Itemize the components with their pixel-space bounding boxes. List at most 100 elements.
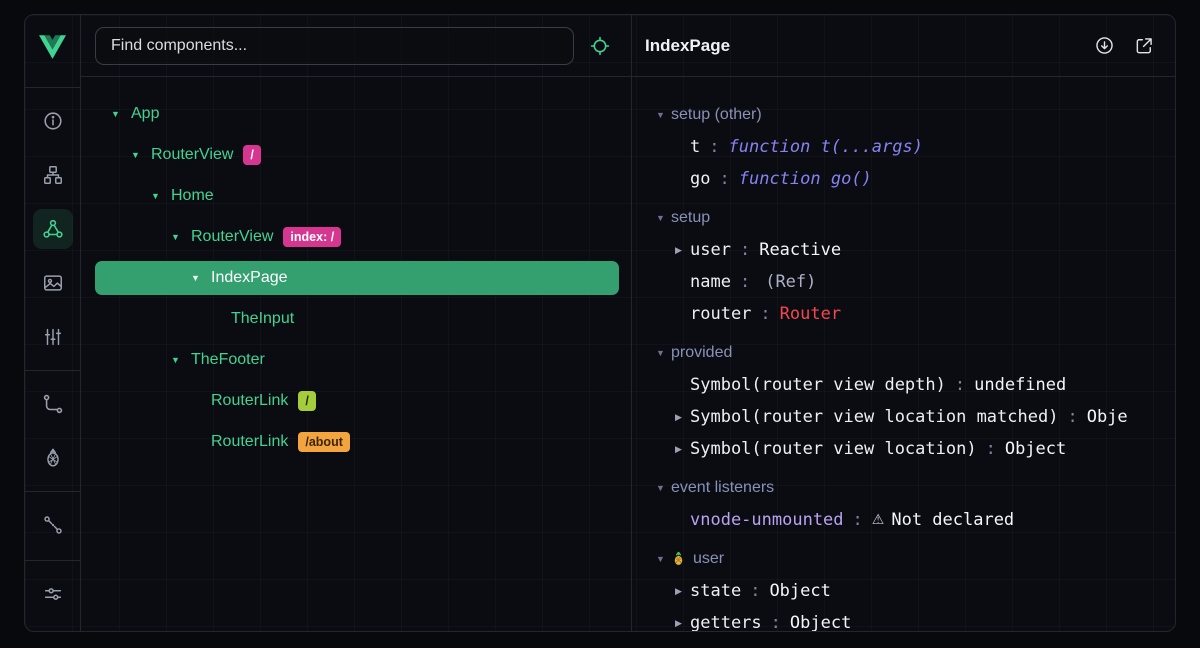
collapse-toggle-icon[interactable]: ▼: [656, 483, 671, 493]
expand-toggle-icon[interactable]: ▼: [131, 150, 151, 160]
section-header-setup[interactable]: ▼setup: [632, 201, 1175, 234]
tree-row-thefooter[interactable]: ▼TheFooter: [95, 343, 619, 377]
component-name: RouterLink: [211, 392, 288, 410]
components-nodes-icon: [42, 218, 64, 240]
colon-separator: :: [750, 581, 760, 601]
property-row-user[interactable]: ▶user:Reactive: [632, 234, 1175, 266]
collapse-toggle-icon[interactable]: ▼: [656, 213, 671, 223]
sidebar-tab-assets[interactable]: [33, 263, 73, 303]
tree-row-routerview[interactable]: ▼RouterView /: [95, 138, 619, 172]
tree-row-theinput[interactable]: TheInput: [95, 302, 619, 336]
route-badge: index: /: [283, 227, 341, 246]
property-row-symbol-router-view-depth[interactable]: Symbol(router view depth):undefined: [632, 369, 1175, 401]
section-header-setup-other[interactable]: ▼setup (other): [632, 98, 1175, 131]
property-key: vnode-unmounted: [690, 510, 844, 530]
sidebar-tab-sliders[interactable]: [33, 317, 73, 357]
component-name: RouterLink: [211, 433, 288, 451]
expand-toggle-icon[interactable]: ▼: [171, 232, 191, 242]
property-row-go[interactable]: go:function go(): [632, 163, 1175, 195]
property-value: Object: [1005, 439, 1066, 459]
expand-toggle-icon[interactable]: ▶: [675, 412, 690, 423]
pinia-icon: [42, 447, 64, 469]
expand-toggle-icon[interactable]: ▶: [675, 444, 690, 455]
colon-separator: :: [719, 169, 729, 189]
component-name: TheFooter: [191, 351, 265, 369]
colon-separator: :: [709, 137, 719, 157]
property-row-router[interactable]: router:Router: [632, 298, 1175, 330]
property-value: Object: [790, 613, 851, 631]
sidebar-tab-router[interactable]: [33, 384, 73, 424]
property-key: t: [690, 137, 700, 157]
collapse-toggle-icon[interactable]: ▼: [656, 554, 671, 564]
route-badge: /: [243, 145, 260, 164]
sidebar-tab-components[interactable]: [33, 209, 73, 249]
property-row-symbol-router-view-location-matched[interactable]: ▶Symbol(router view location matched):Ob…: [632, 401, 1175, 433]
property-row-t[interactable]: t: function t(...args): [632, 131, 1175, 163]
section-title: provided: [671, 344, 732, 362]
route-badge: /about: [298, 432, 350, 451]
vue-logo: [39, 23, 66, 71]
colon-separator: :: [760, 304, 770, 324]
tree-row-home[interactable]: ▼Home: [95, 179, 619, 213]
component-tree-icon: [42, 164, 64, 186]
sidebar-tab-pinia[interactable]: [33, 438, 73, 478]
tree-row-indexpage[interactable]: ▼IndexPage: [95, 261, 619, 295]
property-row-getters[interactable]: ▶getters:Object: [632, 607, 1175, 631]
crosshair-target-icon: [589, 35, 611, 57]
scroll-to-component-icon: [1094, 35, 1115, 56]
component-name: RouterView: [151, 146, 233, 164]
property-key: name: [690, 272, 731, 292]
collapse-toggle-icon[interactable]: ▼: [656, 348, 671, 358]
inspector-title: IndexPage: [645, 36, 1077, 56]
property-row-vnode-unmounted[interactable]: vnode-unmounted:⚠Not declared: [632, 504, 1175, 536]
open-in-editor-button[interactable]: [1131, 33, 1157, 59]
tree-panel-header: [81, 15, 631, 77]
sidebar-tab-pipeline[interactable]: [33, 505, 73, 545]
iconbar-divider: [25, 491, 80, 492]
property-value: function t(...args): [729, 137, 923, 157]
property-row-symbol-router-view-location[interactable]: ▶Symbol(router view location):Object: [632, 433, 1175, 465]
colon-separator: :: [771, 613, 781, 631]
colon-separator: :: [1067, 407, 1077, 427]
colon-separator: :: [853, 510, 863, 530]
property-value: Router: [780, 304, 841, 324]
section-header-user[interactable]: ▼ user: [632, 542, 1175, 575]
tree-row-routerlink[interactable]: RouterLink/about: [95, 425, 619, 459]
property-value: Object: [769, 581, 830, 601]
expand-toggle-icon[interactable]: ▼: [191, 273, 211, 283]
property-row-state[interactable]: ▶state:Object: [632, 575, 1175, 607]
tree-row-routerlink[interactable]: RouterLink/: [95, 384, 619, 418]
section-title: setup: [671, 209, 710, 227]
colon-separator: :: [986, 439, 996, 459]
expand-toggle-icon[interactable]: ▶: [675, 618, 690, 629]
scroll-to-component-button[interactable]: [1091, 33, 1117, 59]
sidebar-tab-info[interactable]: [33, 101, 73, 141]
expand-toggle-icon[interactable]: ▼: [151, 191, 171, 201]
collapse-toggle-icon[interactable]: ▼: [656, 110, 671, 120]
inspector-panel: IndexPage ▼setup (other)t:function t(...…: [632, 15, 1175, 631]
property-value: Reactive: [759, 240, 841, 260]
section-title: user: [693, 550, 724, 568]
component-name: TheInput: [231, 310, 294, 328]
section-header-event-listeners[interactable]: ▼event listeners: [632, 471, 1175, 504]
expand-toggle-icon[interactable]: ▶: [675, 245, 690, 256]
expand-toggle-icon[interactable]: ▶: [675, 586, 690, 597]
section-title: setup (other): [671, 106, 762, 124]
tree-row-app[interactable]: ▼App: [95, 97, 619, 131]
search-input[interactable]: [109, 36, 560, 56]
pipeline-icon: [42, 514, 64, 536]
property-key: Symbol(router view location matched): [690, 407, 1058, 427]
open-in-editor-icon: [1134, 36, 1154, 56]
expand-toggle-icon[interactable]: ▼: [171, 355, 191, 365]
iconbar-divider: [25, 87, 80, 88]
property-row-name[interactable]: name:(Ref): [632, 266, 1175, 298]
sidebar-tab-settings[interactable]: [33, 574, 73, 614]
component-tree: ▼App▼RouterView/▼Home▼RouterViewindex: /…: [81, 77, 631, 631]
warning-icon: ⚠: [872, 512, 885, 528]
sidebar-tab-component-tree[interactable]: [33, 155, 73, 195]
section-header-provided[interactable]: ▼provided: [632, 336, 1175, 369]
assets-image-icon: [42, 272, 64, 294]
tree-row-routerview[interactable]: ▼RouterViewindex: /: [95, 220, 619, 254]
component-picker-button[interactable]: [583, 29, 617, 63]
expand-toggle-icon[interactable]: ▼: [111, 109, 131, 119]
